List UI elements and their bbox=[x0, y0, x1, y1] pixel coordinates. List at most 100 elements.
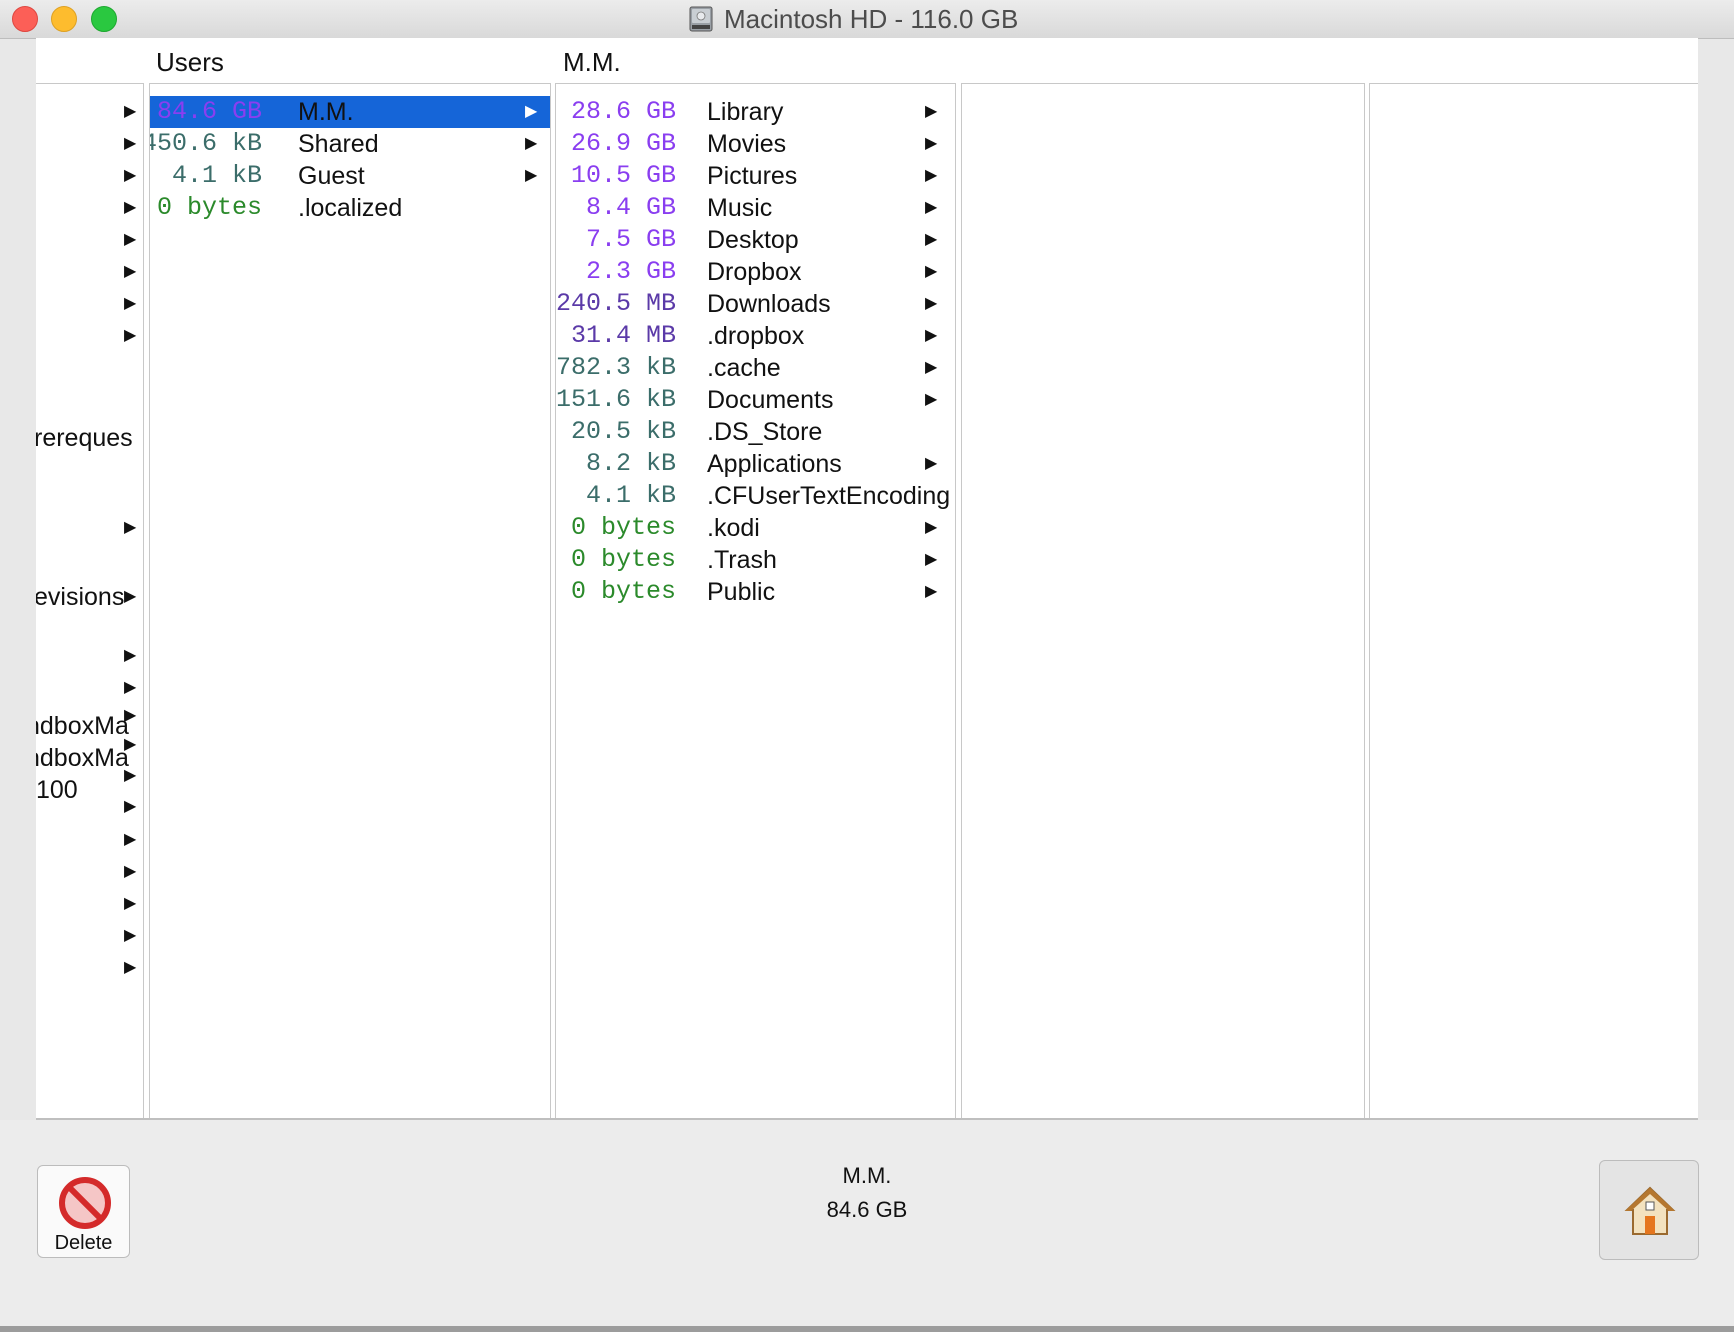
disclosure-triangle-icon[interactable]: ▶ bbox=[124, 920, 136, 952]
mm-column-header: M.M. bbox=[563, 47, 621, 77]
disclosure-triangle-icon[interactable]: ▶ bbox=[124, 96, 136, 128]
disclosure-triangle-icon[interactable]: ▶ bbox=[124, 160, 136, 192]
disclosure-triangle-icon[interactable]: ▶ bbox=[124, 640, 136, 672]
disclosure-triangle-icon[interactable]: ▶ bbox=[124, 320, 136, 352]
file-row[interactable]: 31.4 MB .dropbox ▶ bbox=[556, 320, 955, 352]
file-size: 8.2 kB bbox=[585, 449, 676, 478]
disclosure-triangle-icon[interactable]: ▶ bbox=[525, 160, 537, 192]
disclosure-triangle-icon[interactable]: ▶ bbox=[925, 448, 937, 480]
file-size: 0 bytes bbox=[156, 193, 262, 222]
disclosure-triangle-icon[interactable]: ▶ bbox=[124, 512, 136, 544]
disclosure-triangle-icon[interactable]: ▶ bbox=[925, 192, 937, 224]
disclosure-triangle-icon[interactable]: ▶ bbox=[925, 320, 937, 352]
file-row[interactable]: 450.6 kB Shared ▶ bbox=[150, 128, 550, 160]
users-column[interactable]: 84.6 GB M.M. ▶ 450.6 kB Shared ▶ 4.1 kB Guest ▶ 0… bbox=[149, 83, 551, 1120]
file-size: 450.6 kB bbox=[149, 129, 262, 158]
close-window-button[interactable] bbox=[12, 6, 38, 32]
file-row[interactable]: 0 bytes .kodi ▶ bbox=[556, 512, 955, 544]
file-row[interactable]: 84.6 GB M.M. ▶ bbox=[150, 96, 550, 128]
disclosure-triangle-icon[interactable]: ▶ bbox=[925, 544, 937, 576]
hard-disk-icon bbox=[689, 6, 713, 32]
file-row[interactable]: 782.3 kB .cache ▶ bbox=[556, 352, 955, 384]
window-title: Macintosh HD - 116.0 GB bbox=[724, 3, 1019, 34]
file-name: Library bbox=[707, 98, 784, 126]
empty-column-1[interactable] bbox=[961, 83, 1365, 1120]
file-name: Music bbox=[707, 194, 773, 222]
file-row[interactable]: 10.5 GB Pictures ▶ bbox=[556, 160, 955, 192]
zoom-window-button[interactable] bbox=[91, 6, 117, 32]
parent-column[interactable]: ▶ ▶ ▶ ▶ ▶ ▶ ▶ ▶ ▶ ▶ ▶ ▶ ▶ ▶ ▶ ▶ ▶ ▶ ▶ ▶ ▶ rereques evisions ndb… bbox=[36, 83, 144, 1120]
file-row[interactable]: 4.1 kB .CFUserTextEncoding bbox=[556, 480, 955, 512]
home-button[interactable] bbox=[1599, 1160, 1699, 1260]
disclosure-triangle-icon[interactable]: ▶ bbox=[925, 576, 937, 608]
file-name: .dropbox bbox=[707, 322, 805, 350]
file-name: Guest bbox=[298, 162, 365, 190]
file-row[interactable]: 0 bytes Public ▶ bbox=[556, 576, 955, 608]
file-name: .localized bbox=[298, 194, 403, 222]
disclosure-triangle-icon[interactable]: ▶ bbox=[925, 512, 937, 544]
disclosure-triangle-icon[interactable]: ▶ bbox=[124, 888, 136, 920]
window-title-group: Macintosh HD - 116.0 GB bbox=[688, 0, 1018, 38]
disclosure-triangle-icon[interactable]: ▶ bbox=[124, 824, 136, 856]
disclosure-triangle-icon[interactable]: ▶ bbox=[925, 224, 937, 256]
disclosure-triangle-icon[interactable]: ▶ bbox=[124, 224, 136, 256]
file-row[interactable]: 7.5 GB Desktop ▶ bbox=[556, 224, 955, 256]
disclosure-triangle-icon[interactable]: ▶ bbox=[124, 791, 136, 823]
selected-item-size: 84.6 GB bbox=[826, 1197, 908, 1222]
disclosure-triangle-icon[interactable]: ▶ bbox=[925, 288, 937, 320]
minimize-window-button[interactable] bbox=[51, 6, 77, 32]
truncated-item-name[interactable]: ndboxMa bbox=[36, 742, 129, 774]
file-name: Downloads bbox=[707, 290, 831, 318]
disclosure-triangle-icon[interactable]: ▶ bbox=[124, 128, 136, 160]
truncated-item-name[interactable]: rereques bbox=[36, 422, 133, 454]
file-row[interactable]: 8.2 kB Applications ▶ bbox=[556, 448, 955, 480]
file-row[interactable]: 26.9 GB Movies ▶ bbox=[556, 128, 955, 160]
disclosure-triangle-icon[interactable]: ▶ bbox=[925, 128, 937, 160]
file-name: Documents bbox=[707, 386, 834, 414]
mm-column[interactable]: 28.6 GB Library ▶ 26.9 GB Movies ▶ 10.5 GB Pict… bbox=[555, 83, 956, 1120]
file-row[interactable]: 151.6 kB Documents ▶ bbox=[556, 384, 955, 416]
footer-bar: Delete M.M. 84.6 GB bbox=[0, 1120, 1734, 1332]
file-name: Desktop bbox=[707, 226, 799, 254]
file-row[interactable]: 4.1 kB Guest ▶ bbox=[150, 160, 550, 192]
disclosure-triangle-icon[interactable]: ▶ bbox=[925, 352, 937, 384]
file-row[interactable]: 0 bytes .Trash ▶ bbox=[556, 544, 955, 576]
disclosure-triangle-icon[interactable]: ▶ bbox=[124, 952, 136, 984]
file-row[interactable]: 2.3 GB Dropbox ▶ bbox=[556, 256, 955, 288]
file-name: Movies bbox=[707, 130, 787, 158]
delete-label: Delete bbox=[54, 1232, 113, 1254]
file-size: 26.9 GB bbox=[570, 129, 676, 158]
browser-content: ▶ ▶ ▶ ▶ ▶ ▶ ▶ ▶ ▶ ▶ ▶ ▶ ▶ ▶ ▶ ▶ ▶ ▶ ▶ ▶ ▶ rereques evisions ndb… bbox=[36, 38, 1698, 1120]
file-size: 782.3 kB bbox=[555, 353, 676, 382]
file-row[interactable]: 0 bytes .localized bbox=[150, 192, 550, 224]
disclosure-triangle-icon[interactable]: ▶ bbox=[525, 96, 537, 128]
house-icon bbox=[1624, 1186, 1676, 1235]
file-size: 4.1 kB bbox=[171, 161, 262, 190]
disclosure-triangle-icon[interactable]: ▶ bbox=[124, 256, 136, 288]
file-size: 31.4 MB bbox=[570, 321, 676, 350]
file-row[interactable]: 8.4 GB Music ▶ bbox=[556, 192, 955, 224]
disclosure-triangle-icon[interactable]: ▶ bbox=[124, 192, 136, 224]
file-size: 8.4 GB bbox=[585, 193, 676, 222]
file-name: Dropbox bbox=[707, 258, 802, 286]
disclosure-triangle-icon[interactable]: ▶ bbox=[925, 256, 937, 288]
empty-column-2[interactable] bbox=[1369, 83, 1698, 1120]
file-name: .Trash bbox=[707, 546, 777, 574]
truncated-item-name[interactable]: 100 bbox=[36, 774, 78, 806]
disclosure-triangle-icon[interactable]: ▶ bbox=[124, 288, 136, 320]
window-bottom-edge bbox=[0, 1326, 1734, 1332]
file-row[interactable]: 20.5 kB .DS_Store bbox=[556, 416, 955, 448]
file-row[interactable]: 28.6 GB Library ▶ bbox=[556, 96, 955, 128]
disclosure-triangle-icon[interactable]: ▶ bbox=[925, 384, 937, 416]
disclosure-triangle-icon[interactable]: ▶ bbox=[925, 96, 937, 128]
truncated-item-name[interactable]: ndboxMa bbox=[36, 710, 129, 742]
disclosure-triangle-icon[interactable]: ▶ bbox=[124, 581, 136, 613]
disclosure-triangle-icon[interactable]: ▶ bbox=[124, 856, 136, 888]
disclosure-triangle-icon[interactable]: ▶ bbox=[925, 160, 937, 192]
file-row[interactable]: 240.5 MB Downloads ▶ bbox=[556, 288, 955, 320]
file-size: 7.5 GB bbox=[585, 225, 676, 254]
selected-item-name: M.M. bbox=[842, 1163, 892, 1188]
disclosure-triangle-icon[interactable]: ▶ bbox=[525, 128, 537, 160]
truncated-item-name[interactable]: evisions bbox=[36, 581, 124, 613]
file-size: 20.5 kB bbox=[570, 417, 676, 446]
